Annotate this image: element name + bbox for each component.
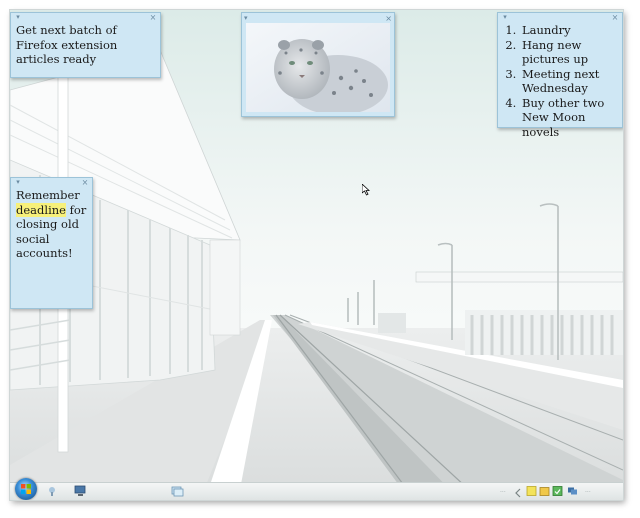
- desktop-screen: ▾ × Get next batch of Firefox extension …: [10, 10, 623, 500]
- note-grip-icon[interactable]: ▾: [13, 14, 23, 21]
- show-desktop-icon[interactable]: [46, 485, 58, 497]
- note-grip-icon[interactable]: ▾: [500, 14, 510, 21]
- update-tray-icon[interactable]: [552, 485, 563, 497]
- sticky-note-reminder[interactable]: ▾ × Remember deadline for closing old so…: [10, 177, 93, 309]
- window-switcher-icon[interactable]: [170, 485, 184, 497]
- sticky-note-photo[interactable]: ▾ ×: [241, 12, 395, 117]
- todo-item: Meeting next Wednesday: [520, 67, 618, 96]
- network-tray-icon[interactable]: [567, 485, 578, 497]
- sticky-notes-tray-icon[interactable]: [526, 485, 537, 497]
- snow-leopard-photo: [246, 23, 390, 112]
- todo-item: Hang new pictures up: [520, 38, 618, 67]
- sticky-note-todo[interactable]: ▾ × Laundry Hang new pictures up Meeting…: [497, 12, 623, 139]
- note-close-icon[interactable]: ×: [80, 179, 90, 187]
- sticky-note-firefox[interactable]: ▾ × Get next batch of Firefox extension …: [10, 12, 161, 78]
- tray-overflow-text: ...: [500, 487, 506, 494]
- note-text[interactable]: Get next batch of Firefox extension arti…: [16, 23, 156, 67]
- start-button[interactable]: [15, 478, 37, 500]
- note-text[interactable]: Laundry Hang new pictures up Meeting nex…: [503, 23, 618, 139]
- computer-icon[interactable]: [74, 485, 88, 497]
- todo-item: Buy other two New Moon novels: [520, 96, 618, 140]
- note-close-icon[interactable]: ×: [610, 14, 620, 22]
- clock-text: ...: [585, 487, 591, 494]
- todo-item: Laundry: [520, 23, 618, 38]
- note-grip-icon[interactable]: ▾: [244, 14, 248, 22]
- todo-list: Laundry Hang new pictures up Meeting nex…: [503, 23, 618, 139]
- note-grip-icon[interactable]: ▾: [13, 179, 23, 186]
- note-text[interactable]: Remember deadline for closing old social…: [16, 188, 88, 261]
- mouse-cursor-icon: [362, 184, 370, 196]
- taskbar: ... ...: [10, 478, 623, 500]
- windows-logo-icon: [21, 484, 31, 494]
- tray-expand-icon[interactable]: [515, 487, 521, 499]
- folder-tray-icon[interactable]: [539, 485, 550, 497]
- note-close-icon[interactable]: ×: [148, 14, 158, 22]
- reminder-text: Remember: [16, 188, 80, 202]
- highlighted-word: deadline: [16, 202, 66, 217]
- note-close-icon[interactable]: ×: [385, 14, 392, 23]
